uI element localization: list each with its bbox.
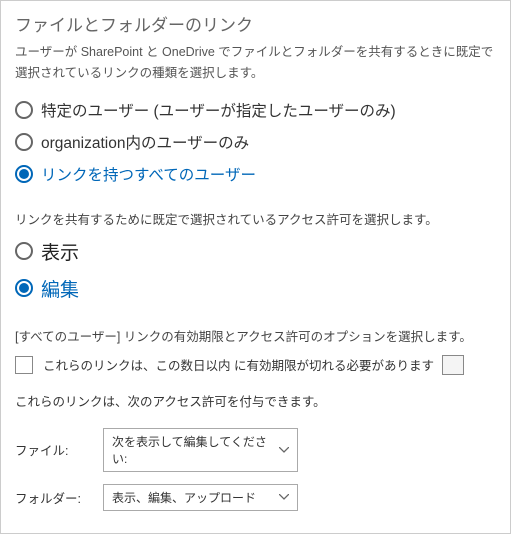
dropdown-value: 表示、編集、アップロード <box>112 489 256 506</box>
expiry-label: これらのリンクは、この数日以内 に有効期限が切れる必要があります <box>43 355 434 374</box>
file-perm-row: ファイル: 次を表示して編集してください: <box>15 428 496 472</box>
perm-option-edit[interactable]: 編集 <box>15 275 496 302</box>
radio-icon <box>15 279 33 297</box>
radio-icon <box>15 133 33 151</box>
linktype-option-org[interactable]: organization内のユーザーのみ <box>15 131 496 153</box>
radio-label: 特定のユーザー (ユーザーが指定したユーザーのみ) <box>41 99 396 121</box>
perm-option-view[interactable]: 表示 <box>15 238 496 265</box>
options-description: [すべてのユーザー] リンクの有効期限とアクセス許可のオプションを選択します。 <box>15 326 496 345</box>
expiry-days-input[interactable] <box>442 355 464 375</box>
linktype-option-specific[interactable]: 特定のユーザー (ユーザーが指定したユーザーのみ) <box>15 99 496 121</box>
chevron-down-icon <box>279 445 289 455</box>
grant-info: これらのリンクは、次のアクセス許可を付与できます。 <box>15 391 496 410</box>
file-label: ファイル: <box>15 440 85 459</box>
file-perm-dropdown[interactable]: 次を表示して編集してください: <box>103 428 298 472</box>
folder-perm-row: フォルダー: 表示、編集、アップロード <box>15 484 496 511</box>
radio-icon <box>15 242 33 260</box>
dropdown-value: 次を表示して編集してください: <box>112 433 279 467</box>
radio-icon <box>15 165 33 183</box>
radio-label: 表示 <box>41 238 79 265</box>
radio-icon <box>15 101 33 119</box>
folder-label: フォルダー: <box>15 488 85 507</box>
radio-label: organization内のユーザーのみ <box>41 131 249 153</box>
radio-label: 編集 <box>41 275 79 302</box>
expiry-row: これらのリンクは、この数日以内 に有効期限が切れる必要があります <box>15 355 496 375</box>
expiry-checkbox[interactable] <box>15 356 33 374</box>
chevron-down-icon <box>279 492 289 502</box>
section-title: ファイルとフォルダーのリンク <box>15 11 496 36</box>
perm-description: リンクを共有するために既定で選択されているアクセス許可を選択します。 <box>15 209 496 228</box>
folder-perm-dropdown[interactable]: 表示、編集、アップロード <box>103 484 298 511</box>
linktype-option-anyone[interactable]: リンクを持つすべてのユーザー <box>15 163 496 185</box>
radio-label: リンクを持つすべてのユーザー <box>41 163 256 185</box>
section-description: ユーザーが SharePoint と OneDrive でファイルとフォルダーを… <box>15 42 496 85</box>
